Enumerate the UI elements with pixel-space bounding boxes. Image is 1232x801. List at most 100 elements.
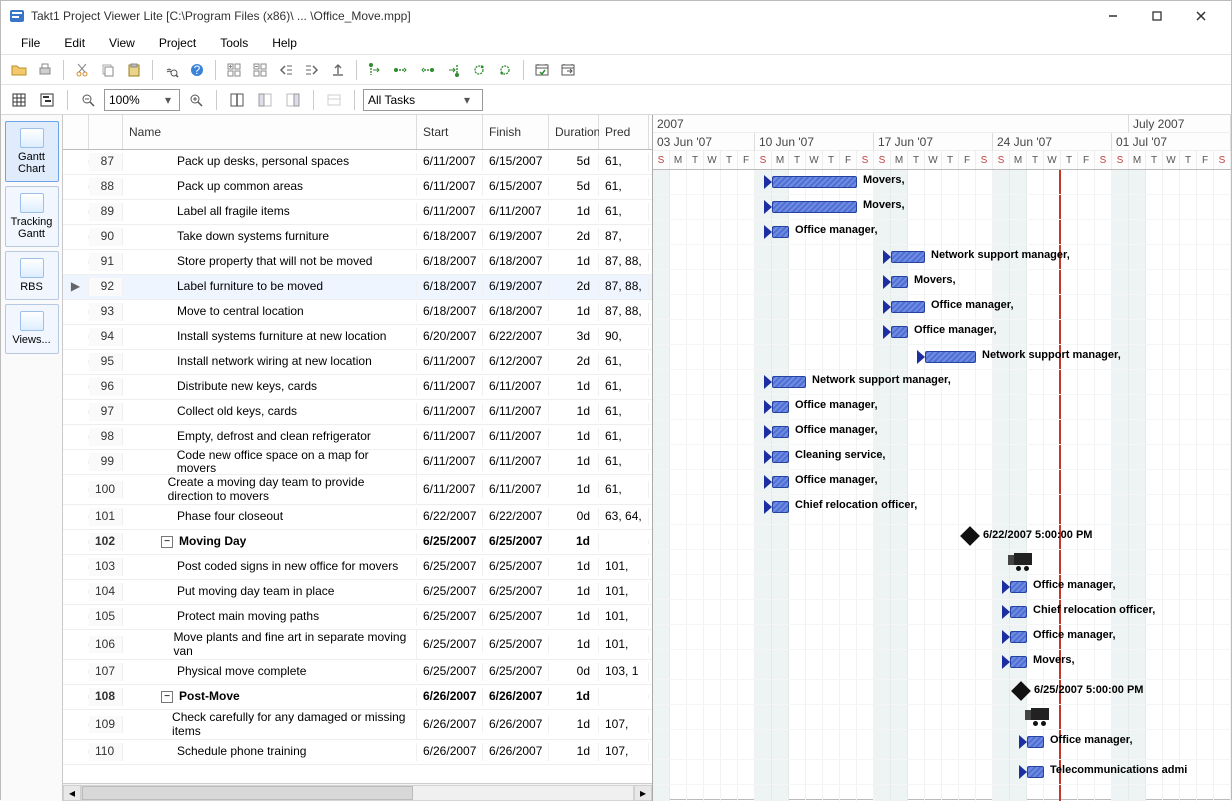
cell-start[interactable]: 6/11/2007 (417, 428, 483, 445)
cell-predecessors[interactable]: 101, (599, 636, 649, 653)
cell-predecessors[interactable]: 61, (599, 378, 649, 395)
cell-name[interactable]: Check carefully for any damaged or missi… (123, 709, 417, 739)
scroll-track[interactable] (81, 785, 634, 801)
cell-start[interactable]: 6/11/2007 (417, 378, 483, 395)
cell-predecessors[interactable]: 61, (599, 178, 649, 195)
cell-predecessors[interactable]: 103, 1 (599, 663, 649, 680)
link-next-icon[interactable] (389, 58, 413, 82)
cell-name[interactable]: Code new office space on a map for mover… (123, 447, 417, 477)
task-row[interactable]: 108−Post-Move6/26/20076/26/20071d (63, 685, 652, 710)
cell-finish[interactable]: 6/26/2007 (483, 688, 549, 705)
filter-combo[interactable]: ▾ (363, 89, 483, 111)
cell-start[interactable]: 6/25/2007 (417, 636, 483, 653)
cell-start[interactable]: 6/11/2007 (417, 453, 483, 470)
task-row[interactable]: 101Phase four closeout6/22/20076/22/2007… (63, 505, 652, 530)
cell-duration[interactable]: 1d (549, 636, 599, 653)
goto-task-icon[interactable] (530, 58, 554, 82)
column-header-indicator[interactable] (63, 115, 89, 149)
menu-item-file[interactable]: File (11, 33, 50, 53)
views-button[interactable]: TrackingGantt (5, 186, 59, 247)
cell-name[interactable]: Pack up desks, personal spaces (123, 153, 417, 170)
cell-finish[interactable]: 6/15/2007 (483, 153, 549, 170)
cell-start[interactable]: 6/18/2007 (417, 278, 483, 295)
task-row[interactable]: 95Install network wiring at new location… (63, 350, 652, 375)
goto-date-icon[interactable] (556, 58, 580, 82)
cell-start[interactable]: 6/25/2007 (417, 608, 483, 625)
cell-duration[interactable]: 1d (549, 583, 599, 600)
details-icon[interactable] (322, 88, 346, 112)
menu-item-view[interactable]: View (99, 33, 145, 53)
gantt-bar[interactable] (772, 401, 789, 413)
menu-item-help[interactable]: Help (262, 33, 307, 53)
task-row[interactable]: ▶92Label furniture to be moved6/18/20076… (63, 275, 652, 300)
gantt-bar[interactable] (891, 276, 908, 288)
cell-name[interactable]: Collect old keys, cards (123, 403, 417, 420)
print-icon[interactable] (33, 58, 57, 82)
gantt-bar[interactable] (1010, 656, 1027, 668)
cell-name[interactable]: Move plants and fine art in separate mov… (123, 629, 417, 659)
find-icon[interactable] (159, 58, 183, 82)
help-icon[interactable]: ? (185, 58, 209, 82)
cell-name[interactable]: Put moving day team in place (123, 583, 417, 600)
cell-finish[interactable]: 6/26/2007 (483, 743, 549, 760)
cell-duration[interactable]: 1d (549, 481, 599, 498)
cell-duration[interactable]: 1d (549, 428, 599, 445)
task-row[interactable]: 90Take down systems furniture6/18/20076/… (63, 225, 652, 250)
task-row[interactable]: 105Protect main moving paths6/25/20076/2… (63, 605, 652, 630)
cell-finish[interactable]: 6/18/2007 (483, 303, 549, 320)
window-minimize-button[interactable] (1091, 1, 1135, 31)
views-button[interactable]: Views... (5, 304, 59, 353)
menu-item-edit[interactable]: Edit (54, 33, 95, 53)
cut-icon[interactable] (70, 58, 94, 82)
filter-input[interactable] (368, 93, 458, 107)
cell-start[interactable]: 6/26/2007 (417, 716, 483, 733)
cell-finish[interactable]: 6/25/2007 (483, 636, 549, 653)
cell-name[interactable]: Store property that will not be moved (123, 253, 417, 270)
cell-start[interactable]: 6/18/2007 (417, 303, 483, 320)
cell-predecessors[interactable]: 101, (599, 608, 649, 625)
cell-start[interactable]: 6/11/2007 (417, 403, 483, 420)
task-row[interactable]: 89Label all fragile items6/11/20076/11/2… (63, 200, 652, 225)
cell-name[interactable]: Distribute new keys, cards (123, 378, 417, 395)
cell-finish[interactable]: 6/25/2007 (483, 583, 549, 600)
cell-name[interactable]: Install network wiring at new location (123, 353, 417, 370)
cell-name[interactable]: −Post-Move (123, 688, 417, 705)
gantt-bar[interactable] (1010, 631, 1027, 643)
cell-predecessors[interactable]: 90, (599, 328, 649, 345)
gantt-bar[interactable] (772, 426, 789, 438)
cell-name[interactable]: Pack up common areas (123, 178, 417, 195)
views-button[interactable]: RBS (5, 251, 59, 300)
cell-predecessors[interactable]: 61, (599, 481, 649, 498)
cell-finish[interactable]: 6/11/2007 (483, 481, 549, 498)
menu-item-tools[interactable]: Tools (210, 33, 258, 53)
cell-duration[interactable]: 1d (549, 453, 599, 470)
cell-predecessors[interactable]: 107, (599, 716, 649, 733)
cell-start[interactable]: 6/22/2007 (417, 508, 483, 525)
cell-predecessors[interactable]: 101, (599, 583, 649, 600)
cell-start[interactable]: 6/25/2007 (417, 533, 483, 550)
cell-duration[interactable]: 3d (549, 328, 599, 345)
zoom-input[interactable] (109, 93, 159, 107)
link-circ2-icon[interactable] (493, 58, 517, 82)
zoom-out-icon[interactable] (76, 88, 100, 112)
cell-duration[interactable]: 1d (549, 608, 599, 625)
cell-finish[interactable]: 6/25/2007 (483, 608, 549, 625)
cell-finish[interactable]: 6/25/2007 (483, 663, 549, 680)
gantt-bar[interactable] (891, 251, 925, 263)
outline-toggle[interactable]: − (161, 691, 173, 703)
cell-name[interactable]: Move to central location (123, 303, 417, 320)
cell-duration[interactable]: 0d (549, 508, 599, 525)
column-header-name[interactable]: Name (123, 115, 417, 149)
milestone-icon[interactable] (960, 526, 980, 546)
cell-start[interactable]: 6/26/2007 (417, 688, 483, 705)
column-header-finish[interactable]: Finish (483, 115, 549, 149)
cell-finish[interactable]: 6/18/2007 (483, 253, 549, 270)
cell-name[interactable]: Schedule phone training (123, 743, 417, 760)
task-row[interactable]: 107Physical move complete6/25/20076/25/2… (63, 660, 652, 685)
gantt-bar[interactable] (925, 351, 976, 363)
cell-predecessors[interactable]: 61, (599, 153, 649, 170)
cell-start[interactable]: 6/18/2007 (417, 253, 483, 270)
expand-all-icon[interactable] (222, 58, 246, 82)
cell-name[interactable]: −Moving Day (123, 533, 417, 550)
cell-name[interactable]: Physical move complete (123, 663, 417, 680)
